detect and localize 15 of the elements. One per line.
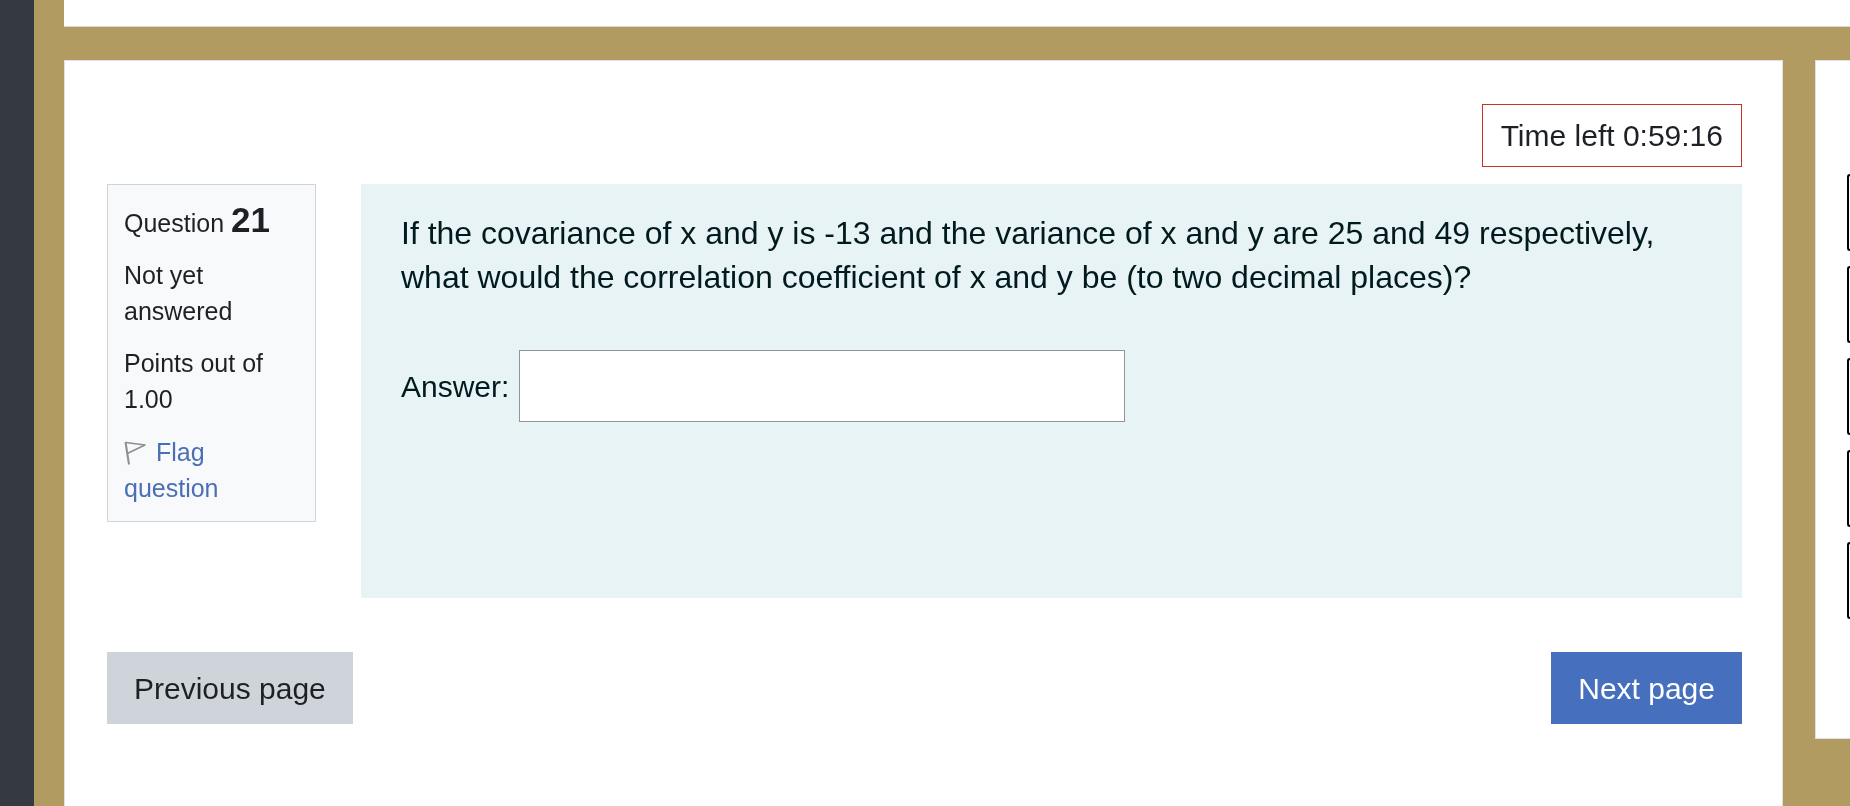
question-text: If the covariance of x and y is -13 and the variance of x and y are 25 and 49 respectively, what would the correlation coefficient of x and y be (to two decimal places)? [401,214,1656,297]
next-page-button[interactable]: Next page [1551,652,1742,724]
question-number-heading: Question 21 [124,200,271,241]
navigation-button[interactable] [1847,450,1850,527]
question-status: Not yet answered [124,260,234,327]
flag-question-link[interactable]: Flag question [124,434,284,506]
answer-label: Answer: [401,368,510,405]
navigation-button[interactable] [1847,174,1850,251]
answer-field[interactable] [519,350,1126,422]
navigation-button[interactable] [1847,266,1850,343]
previous-page-button[interactable]: Previous page [107,652,353,724]
question-points: Points out of 1.00 [124,348,264,415]
timer: Time left 0:59:16 [1481,104,1742,167]
navigation-button[interactable] [1847,358,1850,435]
navigation-button[interactable] [1847,542,1850,619]
